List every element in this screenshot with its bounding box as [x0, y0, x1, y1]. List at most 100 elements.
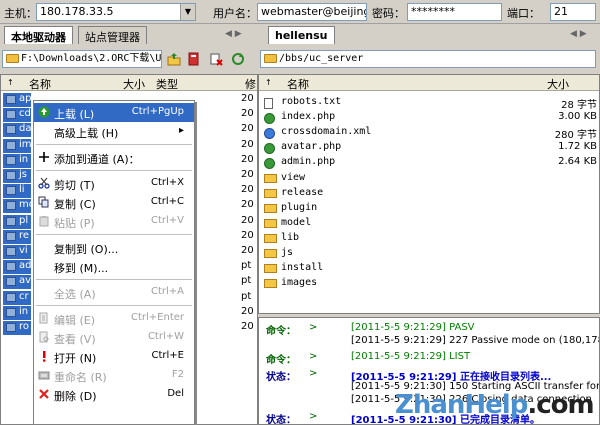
menu-item-move-to[interactable]: 移到 (M)... [34, 257, 194, 276]
menu-item-open[interactable]: 打开 (N) Ctrl+E [34, 347, 194, 366]
password-input[interactable]: ******** [407, 3, 502, 21]
log-kind: 命令： [266, 355, 296, 366]
menu-item-label: 查看 (V) [54, 333, 96, 346]
menu-item-label: 移到 (M)... [54, 262, 109, 275]
left-tabs: 本地驱动器 站点管理器 ◀ ▶ [0, 26, 258, 44]
remote-column-header: ↑ 名称 大小 [259, 75, 599, 92]
php-file-icon [264, 158, 275, 170]
menu-item-delete[interactable]: 删除 (D) Del [34, 385, 194, 404]
right-path-input[interactable]: /bbs/uc_server [260, 50, 596, 68]
menu-item-shortcut: Ctrl+V [150, 215, 184, 226]
remote-file-row[interactable]: install [259, 261, 599, 276]
col-name[interactable]: 名称 [29, 76, 51, 92]
remote-file-row[interactable]: admin.php 2.64 KB [259, 155, 599, 170]
local-file-name: pl [19, 214, 29, 226]
remote-file-row[interactable]: crossdomain.xml 280 字节 [259, 125, 599, 142]
php-file-icon [264, 113, 275, 125]
host-input[interactable]: 180.178.33.5 ▼ [36, 3, 196, 21]
remote-file-row[interactable]: avatar.php 1.72 KB [259, 140, 599, 155]
sort-up-icon[interactable]: ↑ [7, 78, 14, 87]
user-label: 用户名： [213, 7, 257, 20]
remote-file-panel[interactable]: ↑ 名称 大小 robots.txt 28 字节 index.php 3.00 KB c… [258, 74, 600, 314]
tab-local-drives[interactable]: 本地驱动器 [4, 26, 73, 44]
remote-file-row[interactable]: model [259, 216, 599, 231]
remote-file-row[interactable]: plugin [259, 201, 599, 216]
remote-file-row[interactable]: view [259, 171, 599, 186]
local-file-date: 20 [241, 123, 254, 135]
remote-file-row[interactable]: images [259, 276, 599, 291]
menu-item-label: 编辑 (E) [54, 314, 96, 327]
remote-file-name: images [281, 277, 318, 289]
text-file-icon [264, 98, 273, 109]
menu-item-label: 高级上载 (H) [54, 127, 119, 140]
col-size[interactable]: 大小 [547, 76, 569, 92]
menu-item-paste: 粘贴 (P) Ctrl+V [34, 212, 194, 231]
menu-item-label: 粘贴 (P) [54, 217, 95, 230]
tab-site-manager[interactable]: 站点管理器 [78, 26, 147, 44]
col-name[interactable]: 名称 [287, 76, 309, 92]
menu-item-select-all: 全选 (A) Ctrl+A [34, 283, 194, 302]
sort-up-icon[interactable]: ↑ [265, 78, 272, 87]
local-file-date: 20 [241, 229, 254, 241]
delete-file-icon[interactable] [208, 51, 224, 67]
local-file-date: pt [241, 290, 252, 302]
file-icon [6, 95, 16, 104]
menu-item-copy[interactable]: 复制 (C) Ctrl+C [34, 193, 194, 212]
edit-icon [39, 312, 48, 324]
file-icon [6, 307, 16, 317]
tab-remote-site[interactable]: hellensu [268, 26, 335, 44]
log-text: [2011-5-5 9:21:29] LIST [351, 351, 471, 362]
remote-file-row[interactable]: js [259, 246, 599, 261]
remote-file-name: crossdomain.xml [281, 126, 372, 138]
local-file-name: re [19, 229, 30, 241]
left-path-value: F:\Downloads\2.ORC下载\U [21, 53, 162, 64]
folder-icon [264, 188, 277, 198]
menu-item-label: 上载 (L) [54, 108, 95, 121]
local-file-name: in [19, 153, 29, 165]
rename-icon [38, 371, 50, 380]
menu-item-copy-to[interactable]: 复制到 (O)... [34, 238, 194, 257]
log-kind: 状态： [266, 415, 296, 425]
cut-icon [38, 177, 50, 189]
log-arrow: > [309, 322, 318, 333]
user-value: webmaster@beijingn [261, 5, 367, 18]
password-label: 密码： [372, 7, 405, 20]
remote-file-row[interactable]: release [259, 186, 599, 201]
col-modified[interactable]: 修 [245, 76, 256, 92]
user-input[interactable]: webmaster@beijingn [257, 3, 367, 21]
col-size[interactable]: 大小 [123, 76, 145, 92]
folder-icon [264, 249, 277, 258]
upload-icon [38, 106, 50, 118]
file-icon [6, 186, 16, 196]
remote-file-row[interactable]: lib [259, 231, 599, 246]
file-icon [6, 125, 16, 135]
menu-item-shortcut: Ctrl+E [151, 350, 185, 361]
new-folder-icon[interactable] [186, 51, 202, 67]
refresh-icon[interactable] [230, 51, 246, 67]
port-input[interactable]: 21 [550, 3, 596, 21]
tab-scroll-arrows-icon[interactable]: ◀ ▶ [225, 29, 242, 39]
host-dropdown-icon[interactable]: ▼ [180, 4, 195, 20]
log-line: 命令： > [2011-5-5 9:21:29] PASV [259, 322, 599, 337]
tab-scroll-arrows-icon[interactable]: ◀ ▶ [570, 29, 587, 39]
menu-item-cut[interactable]: 剪切 (T) Ctrl+X [34, 174, 194, 193]
menu-item-shortcut: Del [167, 388, 184, 399]
menu-item-upload[interactable]: 上载 (L) Ctrl+PgUp [34, 103, 194, 122]
remote-file-size: 280 字节 [554, 130, 597, 142]
local-file-date: 20 [241, 214, 254, 226]
left-path-input[interactable]: F:\Downloads\2.ORC下载\U [2, 50, 162, 68]
remote-file-row[interactable]: robots.txt 28 字节 [259, 95, 599, 111]
local-file-date: 20 [241, 93, 254, 104]
remote-file-name: js [281, 247, 294, 258]
menu-item-advanced-upload[interactable]: 高级上载 (H) ▸ [34, 122, 194, 141]
menu-item-add-to-queue[interactable]: 添加到通道 (A)： [34, 148, 194, 167]
col-type[interactable]: 类型 [156, 76, 178, 92]
menu-separator [36, 144, 192, 145]
file-icon [6, 216, 16, 226]
up-folder-icon[interactable] [166, 51, 182, 67]
remote-file-name: lib [281, 231, 300, 243]
right-tabs: hellensu ◀ ▶ [262, 26, 600, 44]
remote-file-row[interactable]: index.php 3.00 KB [259, 110, 599, 125]
open-icon [42, 351, 46, 362]
folder-icon [264, 279, 277, 289]
